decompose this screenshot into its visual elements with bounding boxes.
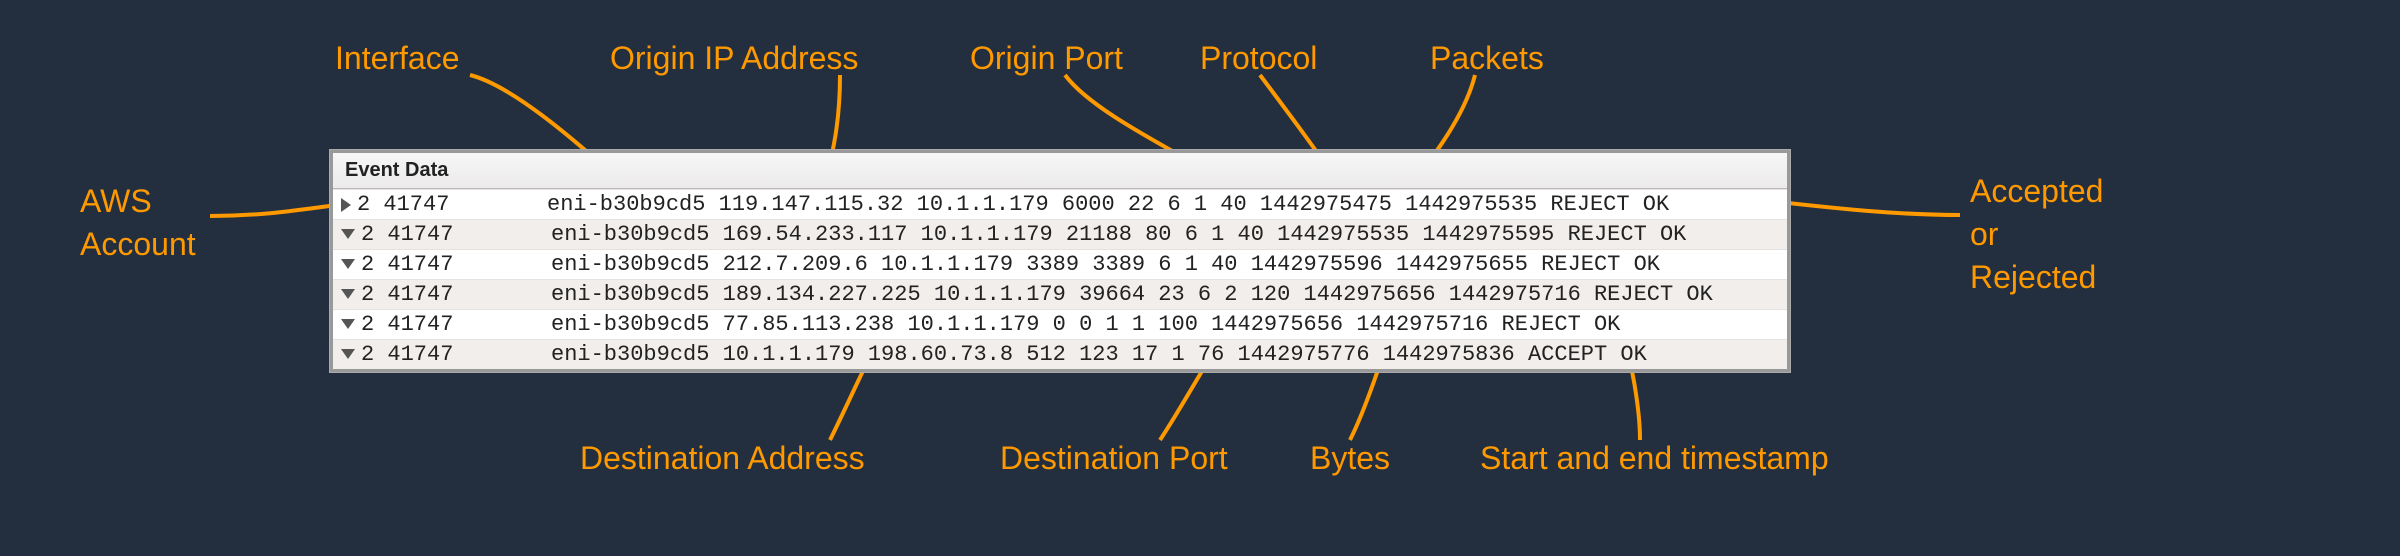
account-cell: 2 41747 bbox=[361, 282, 471, 307]
log-cell: eni-b30b9cd5 212.7.209.6 10.1.1.179 3389… bbox=[471, 252, 1660, 277]
label-origin-ip: Origin IP Address bbox=[610, 40, 858, 77]
label-origin-port: Origin Port bbox=[970, 40, 1123, 77]
panel-title: Event Data bbox=[333, 153, 1787, 189]
event-rows: 2 41747eni-b30b9cd5 119.147.115.32 10.1.… bbox=[333, 189, 1787, 369]
arrow-accepted bbox=[1760, 195, 1980, 235]
chevron-down-icon[interactable] bbox=[341, 229, 355, 239]
log-cell: eni-b30b9cd5 10.1.1.179 198.60.73.8 512 … bbox=[471, 342, 1647, 367]
label-packets: Packets bbox=[1430, 40, 1544, 77]
log-cell: eni-b30b9cd5 77.85.113.238 10.1.1.179 0 … bbox=[471, 312, 1620, 337]
account-cell: 2 41747 bbox=[361, 222, 471, 247]
log-cell: eni-b30b9cd5 189.134.227.225 10.1.1.179 … bbox=[471, 282, 1713, 307]
table-row: 2 41747eni-b30b9cd5 10.1.1.179 198.60.73… bbox=[333, 339, 1787, 369]
table-row: 2 41747eni-b30b9cd5 77.85.113.238 10.1.1… bbox=[333, 309, 1787, 339]
event-data-panel: Event Data 2 41747eni-b30b9cd5 119.147.1… bbox=[330, 150, 1790, 372]
chevron-right-icon[interactable] bbox=[341, 198, 351, 212]
label-protocol: Protocol bbox=[1200, 40, 1317, 77]
account-cell: 2 41747 bbox=[361, 312, 471, 337]
label-aws-account: AWS Account bbox=[80, 180, 196, 266]
log-cell: eni-b30b9cd5 169.54.233.117 10.1.1.179 2… bbox=[471, 222, 1686, 247]
table-row: 2 41747eni-b30b9cd5 119.147.115.32 10.1.… bbox=[333, 189, 1787, 219]
table-row: 2 41747eni-b30b9cd5 189.134.227.225 10.1… bbox=[333, 279, 1787, 309]
table-row: 2 41747eni-b30b9cd5 212.7.209.6 10.1.1.1… bbox=[333, 249, 1787, 279]
log-cell: eni-b30b9cd5 119.147.115.32 10.1.1.179 6… bbox=[467, 192, 1669, 217]
chevron-down-icon[interactable] bbox=[341, 259, 355, 269]
account-cell: 2 41747 bbox=[357, 192, 467, 217]
account-cell: 2 41747 bbox=[361, 252, 471, 277]
label-interface: Interface bbox=[335, 40, 460, 77]
chevron-down-icon[interactable] bbox=[341, 319, 355, 329]
label-dest-addr: Destination Address bbox=[580, 440, 865, 477]
account-cell: 2 41747 bbox=[361, 342, 471, 367]
label-accepted-rejected: Accepted or Rejected bbox=[1970, 170, 2103, 300]
table-row: 2 41747eni-b30b9cd5 169.54.233.117 10.1.… bbox=[333, 219, 1787, 249]
chevron-down-icon[interactable] bbox=[341, 289, 355, 299]
chevron-down-icon[interactable] bbox=[341, 349, 355, 359]
